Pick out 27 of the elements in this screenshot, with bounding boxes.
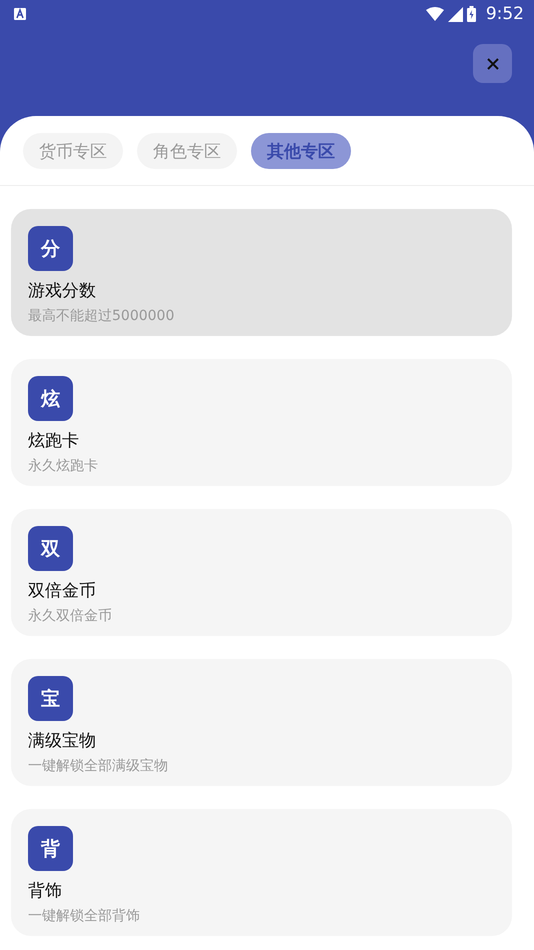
feature-description: 最高不能超过5000000 <box>28 307 174 325</box>
battery-icon <box>466 6 476 22</box>
feature-badge: 分 <box>28 226 73 271</box>
feature-title: 背饰 <box>28 880 62 902</box>
close-button[interactable] <box>473 44 512 83</box>
feature-card[interactable]: 分 游戏分数 最高不能超过5000000 <box>11 209 512 336</box>
feature-title: 双倍金币 <box>28 580 96 602</box>
feature-badge: 炫 <box>28 376 73 421</box>
feature-card[interactable]: 双 双倍金币 永久双倍金币 <box>11 509 512 636</box>
feature-title: 满级宝物 <box>28 730 96 752</box>
feature-badge: 背 <box>28 826 73 871</box>
feature-card[interactable]: 宝 满级宝物 一键解锁全部满级宝物 <box>11 659 512 786</box>
feature-description: 一键解锁全部背饰 <box>28 907 140 925</box>
feature-badge: 双 <box>28 526 73 571</box>
wifi-icon <box>426 7 444 21</box>
signal-icon <box>448 6 463 22</box>
feature-card[interactable]: 炫 炫跑卡 永久炫跑卡 <box>11 359 512 486</box>
feature-title: 炫跑卡 <box>28 430 79 452</box>
feature-description: 永久炫跑卡 <box>28 457 98 475</box>
clock-time: 9:52 <box>486 4 524 24</box>
feature-badge: 宝 <box>28 676 73 721</box>
feature-description: 永久双倍金币 <box>28 607 112 625</box>
notification-icon <box>14 8 26 20</box>
close-icon <box>486 58 498 70</box>
feature-title: 游戏分数 <box>28 280 96 302</box>
feature-card[interactable]: 背 背饰 一键解锁全部背饰 <box>11 809 512 936</box>
feature-description: 一键解锁全部满级宝物 <box>28 757 168 775</box>
